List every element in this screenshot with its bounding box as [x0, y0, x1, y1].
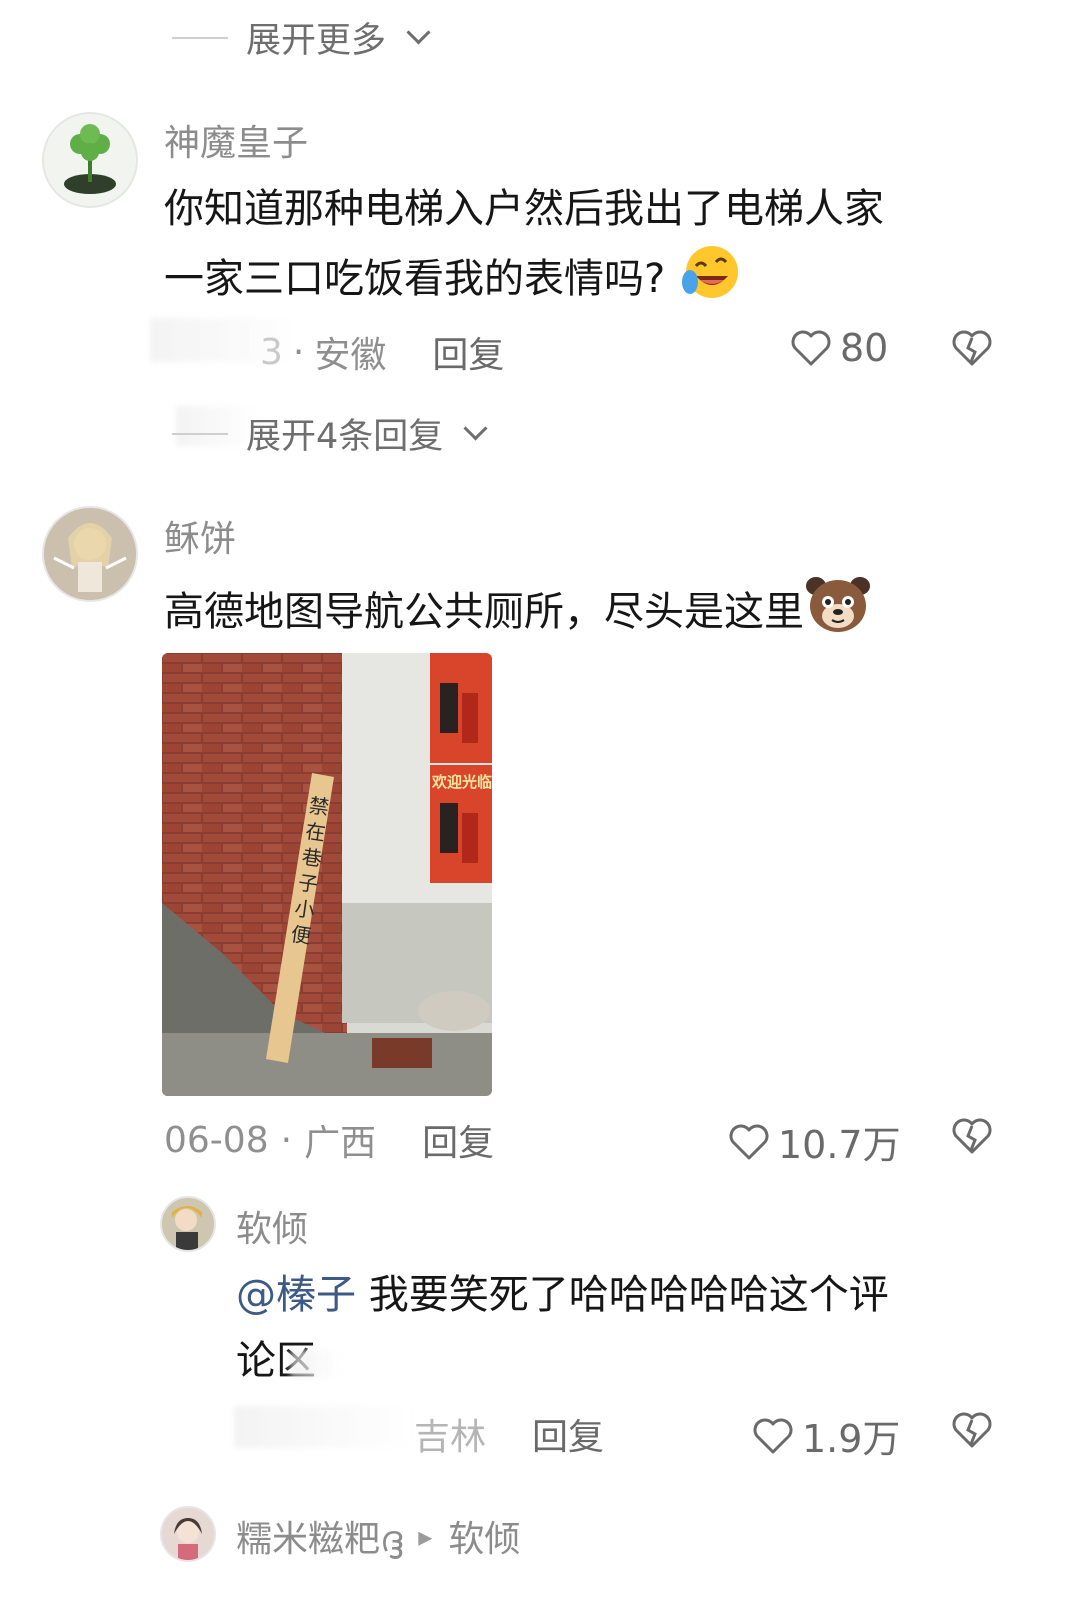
clover-avatar-icon	[64, 124, 116, 194]
user-avatar-icon	[162, 1198, 214, 1250]
chevron-down-icon	[406, 20, 431, 45]
expand-replies[interactable]: 展开4条回复	[172, 408, 488, 459]
chevron-down-icon	[463, 416, 488, 441]
rofl-emoji-icon	[678, 242, 742, 320]
like-button[interactable]: 80	[790, 326, 888, 370]
dislike-heart-icon	[952, 1412, 992, 1448]
reply-location: 吉林	[414, 1417, 487, 1458]
like-count: 1.9万	[802, 1417, 901, 1461]
reply-arrow-icon: ▸	[418, 1519, 433, 1553]
expand-more-label: 展开更多	[246, 21, 387, 61]
comment-meta: 06-08 · 广西 回复	[164, 1114, 494, 1166]
comment-date: 06-08	[164, 1119, 269, 1161]
comment-username[interactable]: 神魔皇子	[164, 114, 308, 166]
dog-emoji-icon	[804, 572, 872, 656]
divider-line	[172, 432, 228, 435]
avatar[interactable]	[42, 506, 138, 602]
poster-text: 欢迎光临	[432, 773, 492, 791]
comment-text-line: 你知道那种电梯入户然后我出了电梯人家	[164, 186, 884, 232]
blurred-region	[234, 1406, 414, 1448]
user-avatar-icon	[162, 1508, 214, 1560]
dislike-heart-icon	[952, 1118, 992, 1154]
reply-button[interactable]: 回复	[432, 326, 504, 378]
like-button[interactable]: 1.9万	[752, 1408, 900, 1463]
comment-text: 你知道那种电梯入户然后我出了电梯人家 一家三口吃饭看我的表情吗?	[164, 176, 1044, 320]
comment-photo[interactable]: 禁在巷子小便 欢迎光临	[162, 653, 492, 1096]
comment-text-line: 一家三口吃饭看我的表情吗?	[164, 242, 1044, 320]
reply-meta: 吉林 回复	[414, 1408, 604, 1460]
like-count: 80	[840, 326, 889, 370]
avatar[interactable]	[42, 112, 138, 208]
reply-header: 糯米糍粑ദ്ദ ▸ 软倾	[236, 1510, 520, 1562]
mention-link[interactable]: @榛子	[236, 1272, 356, 1318]
blurred-region	[290, 1350, 342, 1378]
reply-text: @榛子 我要笑死了哈哈哈哈哈这个评 论区	[236, 1262, 1036, 1394]
avatar[interactable]	[160, 1506, 216, 1562]
comment-meta: 3 · 安徽 回复	[260, 326, 504, 378]
photo-alley-image	[162, 653, 492, 1096]
avatar[interactable]	[160, 1196, 216, 1252]
dislike-button[interactable]	[950, 1410, 994, 1454]
expand-more[interactable]: 展开更多	[172, 12, 431, 63]
dislike-button[interactable]	[950, 1116, 994, 1160]
heart-icon	[729, 1124, 769, 1159]
comment-text: 高德地图导航公共厕所，尽头是这里	[164, 572, 1044, 656]
comment-location: 安徽	[314, 335, 387, 376]
reply-button[interactable]: 回复	[532, 1408, 604, 1460]
reply-text-line: @榛子 我要笑死了哈哈哈哈哈这个评	[236, 1272, 889, 1318]
divider-line	[172, 36, 228, 39]
heart-icon	[753, 1418, 793, 1453]
reply-button[interactable]: 回复	[422, 1114, 494, 1166]
like-button[interactable]: 10.7万	[728, 1114, 901, 1169]
heart-icon	[791, 330, 831, 366]
reply-username[interactable]: 糯米糍粑ദ്ദ	[236, 1510, 402, 1562]
reply-to-username[interactable]: 软倾	[448, 1510, 520, 1562]
comment-location: 广西	[304, 1123, 377, 1164]
expand-replies-label: 展开4条回复	[246, 417, 444, 457]
dislike-button[interactable]	[950, 328, 994, 372]
dislike-heart-icon	[952, 330, 992, 366]
reply-username[interactable]: 软倾	[236, 1200, 308, 1252]
comment-username[interactable]: 稣饼	[164, 510, 236, 562]
like-count: 10.7万	[778, 1123, 901, 1167]
character-avatar-icon	[44, 508, 136, 600]
reply-text-line: 论区	[236, 1338, 316, 1384]
